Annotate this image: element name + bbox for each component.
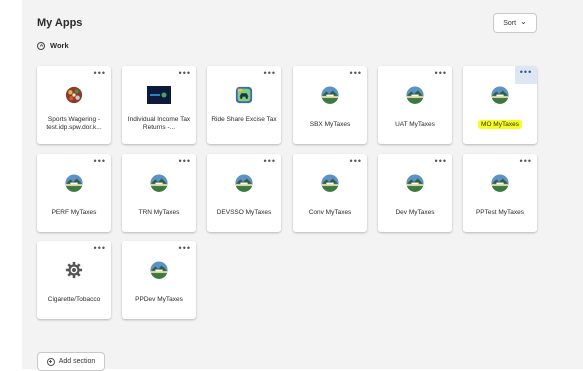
more-options-icon[interactable]: ••• [94, 69, 106, 78]
app-tile[interactable]: ••• Conv MyTaxes [293, 154, 367, 232]
page-title: My Apps [37, 17, 83, 29]
plus-icon [46, 357, 55, 366]
app-name: MO MyTaxes [478, 120, 522, 129]
app-tile[interactable]: ••• DEVSSO MyTaxes [207, 154, 281, 232]
more-options-icon[interactable]: ••• [264, 69, 276, 78]
app-tile[interactable]: ••• Individual Income Tax Returns -... [122, 66, 196, 144]
app-tile-label: MO MyTaxes [466, 120, 534, 129]
app-tile[interactable]: ••• UAT MyTaxes [378, 66, 452, 144]
app-tile-label: PPTest MyTaxes [466, 209, 534, 217]
more-options-icon[interactable]: ••• [520, 157, 532, 166]
app-name: SBX MyTaxes [309, 121, 351, 128]
app-tile[interactable]: ••• MO MyTaxes [463, 66, 537, 144]
app-tile[interactable]: ••• PERF MyTaxes [37, 154, 111, 232]
app-tile-label: Ride Share Excise Tax [210, 116, 278, 124]
sort-label: Sort [503, 19, 517, 27]
mytaxes-icon [491, 174, 509, 192]
more-options-icon[interactable]: ••• [435, 157, 447, 166]
app-name: PERF MyTaxes [51, 209, 97, 216]
more-options-icon[interactable]: ••• [350, 157, 362, 166]
app-tile[interactable]: ••• TRN MyTaxes [122, 154, 196, 232]
mytaxes-icon [235, 174, 253, 192]
app-name: Individual Income Tax Returns -... [127, 116, 191, 131]
app-tile-label: Cigarette/Tobacco [40, 296, 108, 304]
app-tile-label: SBX MyTaxes [296, 121, 364, 129]
mytaxes-icon [65, 174, 83, 192]
app-tile[interactable]: ••• Dev MyTaxes [378, 154, 452, 232]
gear-icon [65, 261, 83, 279]
sports-wagering-icon [65, 86, 83, 104]
more-options-icon[interactable]: ••• [94, 157, 106, 166]
chevron-down-icon: ⌄ [520, 17, 527, 26]
mytaxes-icon [150, 174, 168, 192]
app-name: Cigarette/Tobacco [47, 296, 101, 303]
more-options-icon[interactable]: ••• [179, 244, 191, 253]
app-name: Dev MyTaxes [395, 209, 435, 216]
app-tile[interactable]: ••• Cigarette/Tobacco [37, 241, 111, 319]
app-tile[interactable]: ••• Ride Share Excise Tax [207, 66, 281, 144]
app-name: Ride Share Excise Tax [211, 116, 277, 123]
mytaxes-icon [321, 86, 339, 104]
more-options-icon[interactable]: ••• [350, 69, 362, 78]
more-options-icon[interactable]: ••• [515, 66, 537, 84]
app-tile-label: DEVSSO MyTaxes [210, 209, 278, 217]
app-tile-label: Dev MyTaxes [381, 209, 449, 217]
app-tile-label: PPDev MyTaxes [125, 296, 193, 304]
income-tax-icon [147, 85, 171, 104]
more-options-icon[interactable]: ••• [179, 157, 191, 166]
ride-share-icon [235, 86, 253, 104]
mytaxes-icon [406, 174, 424, 192]
app-name: DEVSSO MyTaxes [216, 209, 272, 216]
app-name: PPDev MyTaxes [135, 296, 183, 303]
app-tile[interactable]: ••• PPDev MyTaxes [122, 241, 196, 319]
more-options-icon[interactable]: ••• [94, 244, 106, 253]
add-section-button[interactable]: Add section [37, 352, 105, 371]
app-tile[interactable]: ••• PPTest MyTaxes [463, 154, 537, 232]
app-tile-label: Conv MyTaxes [296, 209, 364, 217]
more-options-icon[interactable]: ••• [264, 157, 276, 166]
chevron-up-icon[interactable] [37, 41, 45, 50]
app-tile-label: PERF MyTaxes [40, 209, 108, 217]
mytaxes-icon [150, 261, 168, 279]
app-name: UAT MyTaxes [395, 121, 435, 128]
mytaxes-icon [491, 86, 509, 104]
mytaxes-icon [321, 174, 339, 192]
app-name: Conv MyTaxes [308, 209, 352, 216]
app-tile[interactable]: ••• Sports Wagering - test.idp.spw.dor.k.… [37, 66, 111, 144]
sort-button[interactable]: Sort ⌄ [493, 13, 537, 33]
add-section-label: Add section [58, 358, 96, 365]
mytaxes-icon [406, 86, 424, 104]
app-name: Sports Wagering - test.idp.spw.dor.k... [46, 116, 102, 131]
section-header[interactable]: Work [37, 41, 69, 50]
app-tile[interactable]: ••• SBX MyTaxes [293, 66, 367, 144]
more-options-icon[interactable]: ••• [435, 69, 447, 78]
app-tile-label: Sports Wagering - test.idp.spw.dor.k... [40, 116, 108, 132]
more-options-icon[interactable]: ••• [179, 69, 191, 78]
app-tile-label: UAT MyTaxes [381, 121, 449, 129]
app-tile-label: Individual Income Tax Returns -... [125, 116, 193, 132]
app-name: PPTest MyTaxes [475, 209, 525, 216]
section-title: Work [50, 41, 69, 50]
app-name: TRN MyTaxes [138, 209, 180, 216]
app-tile-label: TRN MyTaxes [125, 209, 193, 217]
